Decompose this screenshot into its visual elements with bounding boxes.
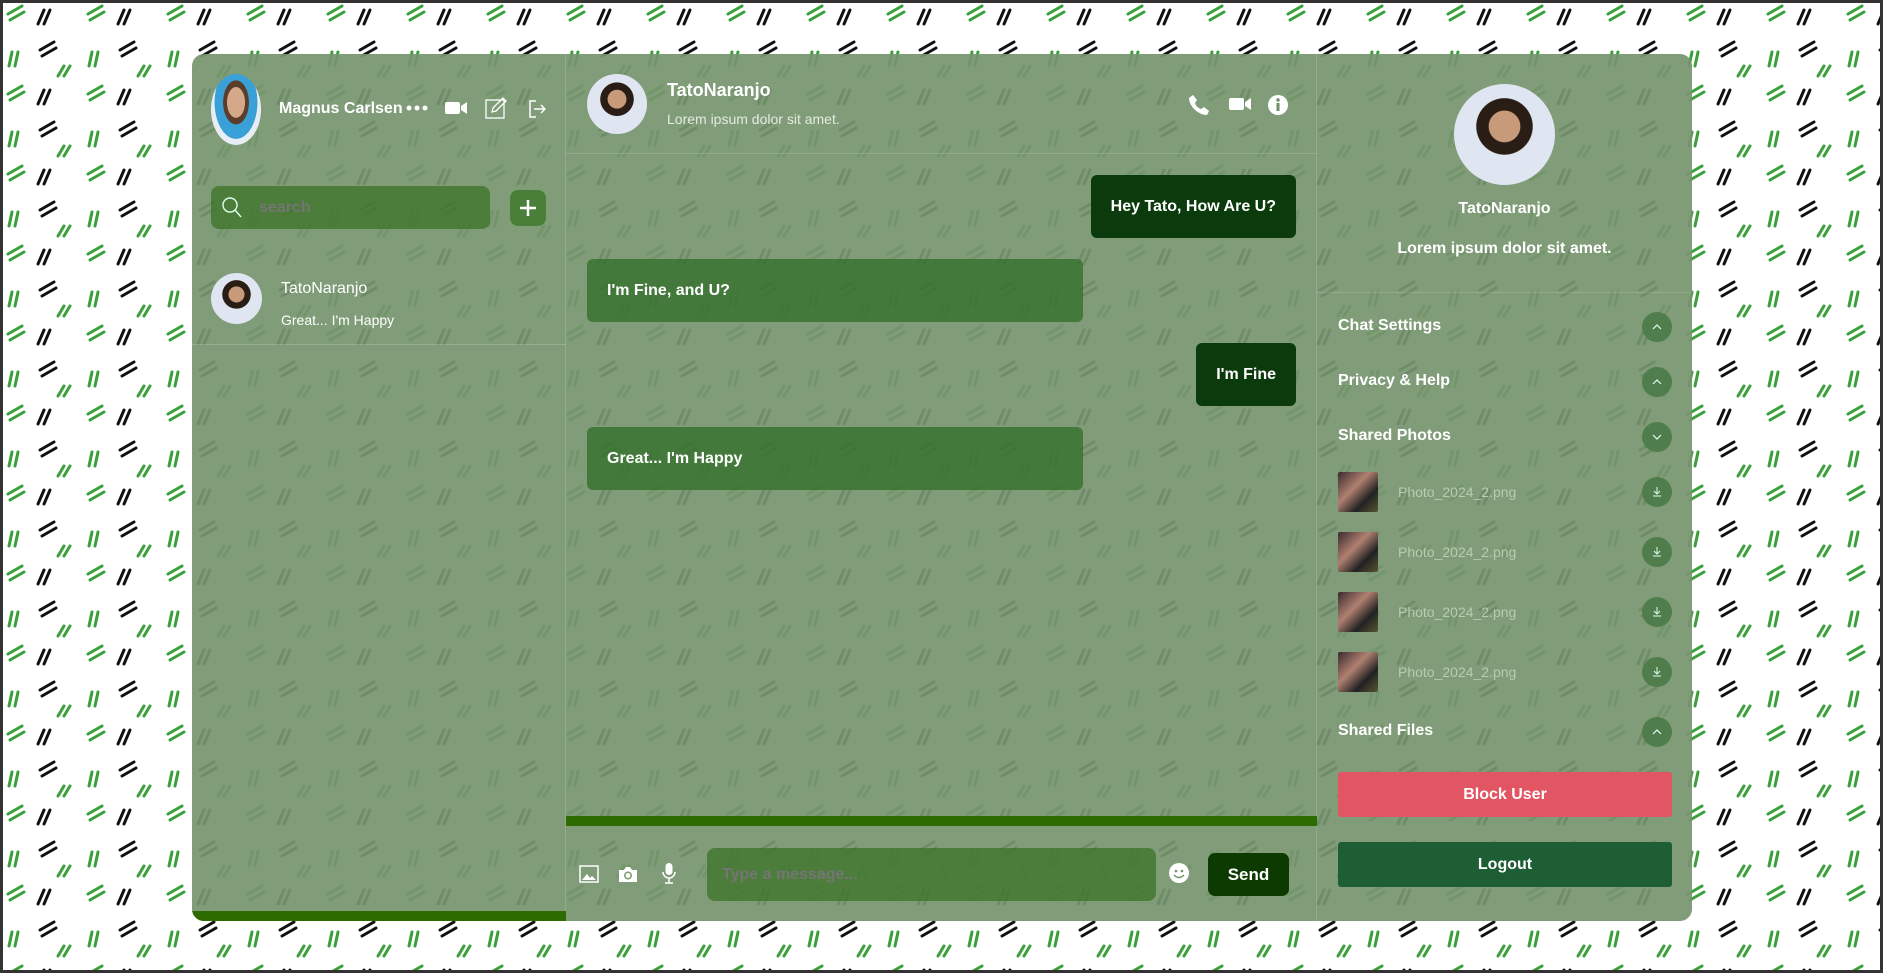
- photo-name: Photo_2024_2.png: [1398, 604, 1517, 620]
- phone-icon[interactable]: [1188, 94, 1210, 116]
- video-call-icon[interactable]: [1229, 97, 1251, 111]
- photo-thumbnail: [1338, 532, 1378, 572]
- camera-icon[interactable]: [618, 865, 638, 883]
- download-icon[interactable]: [1642, 537, 1672, 567]
- section-privacy-help[interactable]: Privacy & Help: [1338, 372, 1450, 390]
- contact-item[interactable]: TatoNaranjo Great... I'm Happy: [192, 264, 566, 345]
- message-incoming: Great... I'm Happy: [587, 427, 1083, 490]
- chat-app: Magnus Carlsen TatoNaranjo Great... I'm …: [192, 54, 1692, 921]
- send-button[interactable]: Send: [1208, 853, 1289, 896]
- chat-name: TatoNaranjo: [667, 80, 771, 100]
- divider: [1317, 292, 1692, 293]
- chevron-down-icon[interactable]: [1642, 422, 1672, 452]
- contacts-panel: Magnus Carlsen TatoNaranjo Great... I'm …: [192, 54, 566, 921]
- message-outgoing: Hey Tato, How Are U?: [1090, 175, 1296, 238]
- scrollbar[interactable]: [566, 816, 1317, 826]
- more-icon[interactable]: [406, 104, 428, 112]
- photo-thumbnail: [1338, 472, 1378, 512]
- search-box: [211, 186, 490, 229]
- block-user-button[interactable]: Block User: [1338, 772, 1672, 817]
- user-name: Magnus Carlsen: [279, 100, 403, 117]
- image-icon[interactable]: [579, 865, 599, 883]
- scrollbar[interactable]: [192, 911, 566, 921]
- chat-avatar: [587, 74, 647, 134]
- message-outgoing: I'm Fine: [1196, 343, 1296, 406]
- contact-last-message: Great... I'm Happy: [281, 312, 395, 328]
- download-icon[interactable]: [1642, 477, 1672, 507]
- photo-name: Photo_2024_2.png: [1398, 664, 1517, 680]
- emoji-icon[interactable]: [1168, 862, 1190, 884]
- details-bio: Lorem ipsum dolor sit amet.: [1397, 240, 1612, 257]
- section-shared-photos[interactable]: Shared Photos: [1338, 427, 1451, 445]
- photo-name: Photo_2024_2.png: [1398, 544, 1517, 560]
- edit-icon[interactable]: [485, 97, 507, 119]
- chat-panel: TatoNaranjo Lorem ipsum dolor sit amet. …: [566, 54, 1317, 921]
- section-shared-files[interactable]: Shared Files: [1338, 722, 1433, 740]
- chat-status: Lorem ipsum dolor sit amet.: [667, 111, 840, 127]
- chevron-up-icon[interactable]: [1642, 367, 1672, 397]
- photo-name: Photo_2024_2.png: [1398, 484, 1517, 500]
- download-icon[interactable]: [1642, 597, 1672, 627]
- add-contact-button[interactable]: [510, 190, 546, 226]
- contact-avatar: [211, 273, 262, 324]
- photo-thumbnail: [1338, 652, 1378, 692]
- chevron-up-icon[interactable]: [1642, 717, 1672, 747]
- message-input[interactable]: [707, 848, 1156, 901]
- info-icon[interactable]: [1267, 94, 1289, 116]
- plus-icon: [520, 200, 536, 216]
- contact-name: TatoNaranjo: [281, 280, 368, 297]
- user-avatar[interactable]: [211, 74, 261, 145]
- details-name: TatoNaranjo: [1458, 200, 1551, 217]
- message-incoming: I'm Fine, and U?: [587, 259, 1083, 322]
- photo-thumbnail: [1338, 592, 1378, 632]
- section-chat-settings[interactable]: Chat Settings: [1338, 317, 1441, 335]
- download-icon[interactable]: [1642, 657, 1672, 687]
- video-icon[interactable]: [445, 101, 467, 115]
- details-panel: TatoNaranjo Lorem ipsum dolor sit amet. …: [1317, 54, 1692, 921]
- chevron-up-icon[interactable]: [1642, 312, 1672, 342]
- details-avatar: [1454, 84, 1555, 185]
- microphone-icon[interactable]: [661, 862, 677, 884]
- logout-button[interactable]: Logout: [1338, 842, 1672, 887]
- logout-icon[interactable]: [528, 100, 546, 118]
- search-input[interactable]: [259, 186, 479, 229]
- search-icon: [222, 197, 242, 219]
